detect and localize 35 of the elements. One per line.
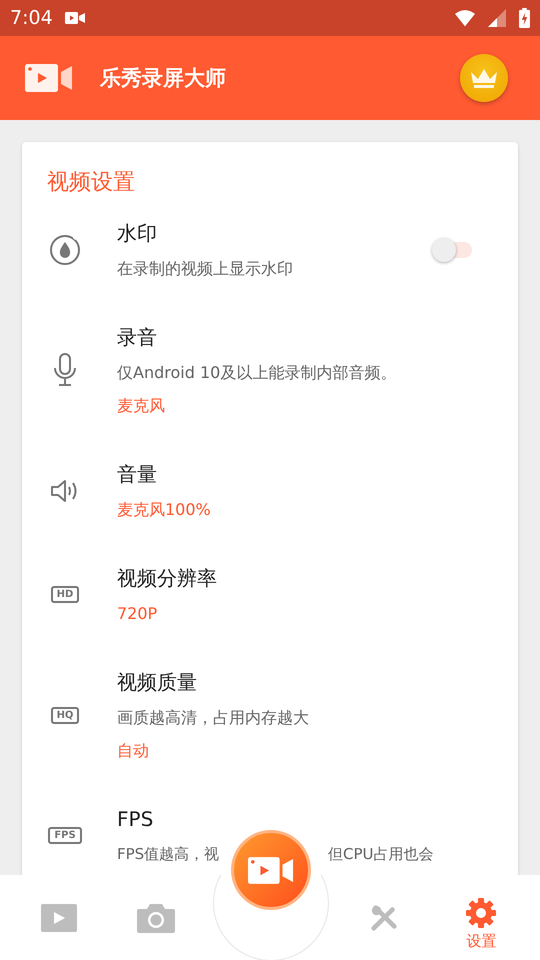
setting-description: 仅Android 10及以上能录制内部音频。 <box>117 362 398 384</box>
battery-charging-icon <box>519 8 530 28</box>
setting-value[interactable]: 720P <box>117 597 518 630</box>
setting-description: FPS值越高，视 <box>117 844 220 865</box>
setting-value[interactable]: 自动 <box>117 734 518 767</box>
quality-badge-icon: HD <box>50 586 80 603</box>
setting-description: 但CPU占用也会 <box>328 844 434 865</box>
setting-title: 录音 <box>117 324 158 351</box>
quality-badge-icon: HQ <box>50 706 80 724</box>
tools-icon <box>370 904 398 932</box>
setting-title: FPS <box>117 806 154 833</box>
quality-badge-icon: FPS <box>48 827 82 844</box>
video-camera-icon <box>64 11 85 25</box>
setting-value[interactable]: 麦克风100% <box>117 493 518 526</box>
setting-value[interactable]: 麦克风 <box>117 389 518 422</box>
settings-tab[interactable]: 设置 <box>432 898 530 951</box>
setting-title: 视频质量 <box>117 669 198 696</box>
app-title: 乐秀录屏大师 <box>100 65 226 92</box>
setting-description: 画质越高清，占用内存越大 <box>117 707 310 729</box>
premium-button[interactable] <box>460 54 508 102</box>
status-time: 7:04 <box>10 7 53 29</box>
video-camera-logo-icon <box>25 63 73 93</box>
wifi-icon <box>455 9 475 27</box>
play-icon <box>40 904 77 932</box>
setting-title: 音量 <box>117 461 158 488</box>
camera-icon <box>137 902 176 932</box>
setting-description: 在录制的视频上显示水印 <box>117 258 294 280</box>
setting-title: 视频分辨率 <box>117 565 218 592</box>
settings-icon <box>466 898 496 928</box>
signal-icon <box>487 9 507 27</box>
watermark-drop-icon <box>49 234 81 266</box>
microphone-icon <box>52 353 78 387</box>
video-camera-icon <box>248 856 294 884</box>
section-title: 视频设置 <box>47 169 136 197</box>
setting-title: 水印 <box>117 220 158 247</box>
